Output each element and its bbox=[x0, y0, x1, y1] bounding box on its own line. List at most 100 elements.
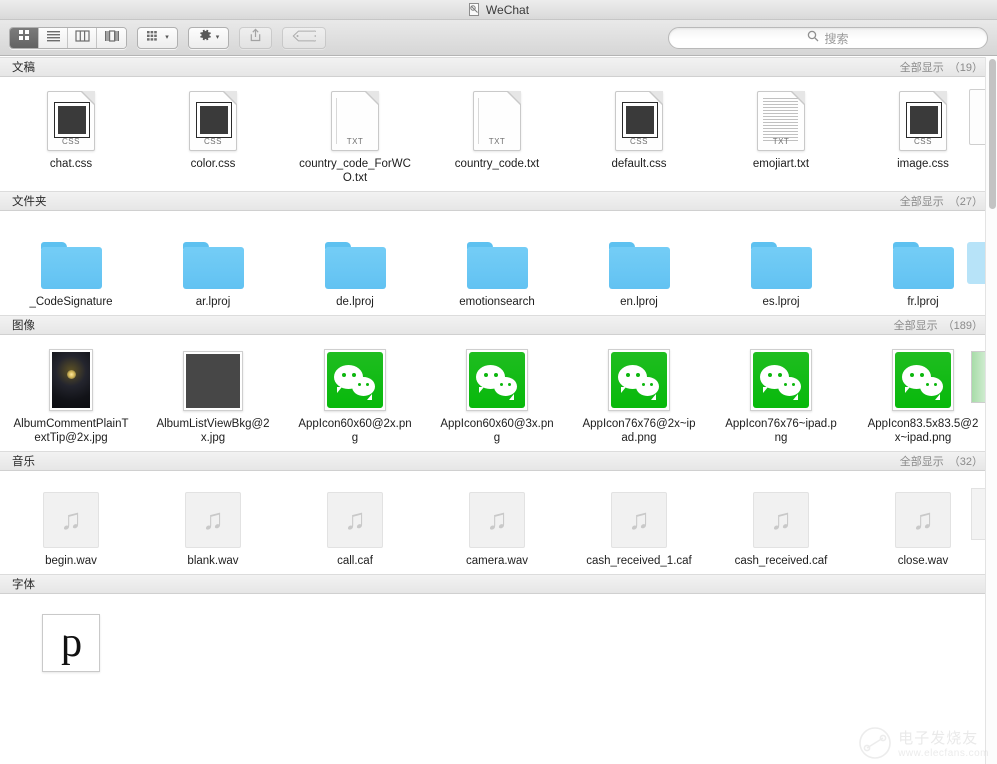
search-input[interactable]: 搜索 bbox=[668, 27, 988, 49]
file-name: call.caf bbox=[297, 554, 413, 568]
watermark-url: www.elecfans.com bbox=[898, 748, 989, 759]
scrollbar-thumb[interactable] bbox=[989, 59, 996, 209]
folder-item[interactable]: de.lproj bbox=[284, 225, 426, 309]
group-header-right[interactable]: 全部显示 （32） bbox=[900, 453, 983, 469]
file-name: cash_received_1.caf bbox=[581, 554, 697, 568]
folder-icon bbox=[749, 225, 813, 289]
show-all-link[interactable]: 全部显示 bbox=[900, 193, 944, 209]
file-browser-content[interactable]: 文稿 全部显示 （19） CSS chat.css CSS color.css … bbox=[0, 57, 997, 764]
folder-icon bbox=[181, 225, 245, 289]
image-item[interactable]: AppIcon76x76@2x~ipad.png bbox=[568, 347, 710, 445]
column-view-button[interactable] bbox=[68, 28, 97, 48]
file-name: AppIcon76x76@2x~ipad.png bbox=[581, 417, 697, 445]
folder-item[interactable]: emotionsearch bbox=[426, 225, 568, 309]
image-item[interactable]: AlbumListViewBkg@2x.jpg bbox=[142, 347, 284, 445]
audio-file-icon: ♫ bbox=[749, 484, 813, 548]
wechat-app-icon bbox=[607, 347, 671, 411]
file-kind-label: TXT bbox=[758, 137, 804, 146]
font-item[interactable]: q bbox=[0, 608, 142, 678]
audio-item[interactable]: ♫ call.caf bbox=[284, 484, 426, 568]
file-name: AlbumListViewBkg@2x.jpg bbox=[155, 417, 271, 445]
file-name: chat.css bbox=[13, 157, 129, 171]
audio-item[interactable]: ♫ begin.wav bbox=[0, 484, 142, 568]
tag-icon bbox=[292, 29, 316, 47]
show-all-link[interactable]: 全部显示 bbox=[900, 59, 944, 75]
group-header-right[interactable]: 全部显示 （189） bbox=[894, 317, 983, 333]
file-item[interactable]: TXT emojiart.txt bbox=[710, 87, 852, 185]
audio-item[interactable]: ♫ cash_received_1.caf bbox=[568, 484, 710, 568]
file-kind-label: TXT bbox=[474, 137, 520, 146]
show-all-link[interactable]: 全部显示 bbox=[900, 453, 944, 469]
watermark-logo-icon bbox=[858, 726, 892, 760]
file-item[interactable]: CSS image.css bbox=[852, 87, 994, 185]
group-header-right[interactable]: 全部显示 （19） bbox=[900, 59, 983, 75]
show-all-link[interactable]: 全部显示 bbox=[894, 317, 938, 333]
icon-view-button[interactable] bbox=[10, 28, 39, 48]
folder-item[interactable]: en.lproj bbox=[568, 225, 710, 309]
file-item[interactable]: CSS color.css bbox=[142, 87, 284, 185]
file-name: AppIcon76x76~ipad.png bbox=[723, 417, 839, 445]
tag-button[interactable] bbox=[282, 27, 326, 49]
file-name: default.css bbox=[581, 157, 697, 171]
image-item[interactable]: AppIcon76x76~ipad.png bbox=[710, 347, 852, 445]
file-item[interactable]: CSS default.css bbox=[568, 87, 710, 185]
folder-item[interactable]: ar.lproj bbox=[142, 225, 284, 309]
file-name: camera.wav bbox=[439, 554, 555, 568]
gallery-view-button[interactable] bbox=[97, 28, 126, 48]
file-row-fonts: q bbox=[0, 594, 997, 684]
file-item[interactable]: TXT country_code.txt bbox=[426, 87, 568, 185]
audio-item[interactable]: ♫ camera.wav bbox=[426, 484, 568, 568]
image-item[interactable]: AppIcon83.5x83.5@2x~ipad.png bbox=[852, 347, 994, 445]
music-note-icon: ♫ bbox=[344, 506, 366, 535]
audio-item[interactable]: ♫ blank.wav bbox=[142, 484, 284, 568]
app-document-icon bbox=[468, 3, 481, 16]
file-name: AppIcon60x60@3x.png bbox=[439, 417, 555, 445]
file-name: AppIcon60x60@2x.png bbox=[297, 417, 413, 445]
file-name: country_code.txt bbox=[439, 157, 555, 171]
file-item[interactable]: TXT country_code_ForWCO.txt bbox=[284, 87, 426, 185]
txt-text-file-icon: TXT bbox=[749, 87, 813, 151]
css-file-icon: CSS bbox=[891, 87, 955, 151]
list-icon bbox=[46, 29, 61, 47]
arrange-grid-icon bbox=[146, 29, 161, 47]
action-button[interactable]: ▾ bbox=[188, 27, 229, 49]
music-note-icon: ♫ bbox=[60, 506, 82, 535]
wechat-app-icon bbox=[891, 347, 955, 411]
css-file-icon: CSS bbox=[181, 87, 245, 151]
folder-icon bbox=[465, 225, 529, 289]
window-titlebar: WeChat bbox=[0, 0, 997, 20]
file-name: cash_received.caf bbox=[723, 554, 839, 568]
group-header-right[interactable]: 全部显示 （27） bbox=[900, 193, 983, 209]
share-icon bbox=[249, 28, 262, 47]
group-header-fonts: 字体 bbox=[0, 574, 997, 594]
file-name: image.css bbox=[865, 157, 981, 171]
folder-item[interactable]: es.lproj bbox=[710, 225, 852, 309]
image-item[interactable]: AlbumCommentPlainTextTip@2x.jpg bbox=[0, 347, 142, 445]
folder-icon bbox=[39, 225, 103, 289]
gallery-icon bbox=[104, 29, 120, 47]
group-title: 音乐 bbox=[12, 453, 35, 469]
wechat-app-icon bbox=[749, 347, 813, 411]
image-item[interactable]: AppIcon60x60@2x.png bbox=[284, 347, 426, 445]
list-view-button[interactable] bbox=[39, 28, 68, 48]
finder-toolbar: ▾ ▾ bbox=[0, 20, 997, 56]
folder-item[interactable]: _CodeSignature bbox=[0, 225, 142, 309]
folder-icon bbox=[891, 225, 955, 289]
group-title: 图像 bbox=[12, 317, 35, 333]
watermark: 电子发烧友 www.elecfans.com bbox=[858, 726, 989, 760]
wechat-app-icon bbox=[465, 347, 529, 411]
folder-item[interactable]: fr.lproj bbox=[852, 225, 994, 309]
view-mode-segmented-control[interactable] bbox=[9, 27, 127, 49]
arrange-button[interactable]: ▾ bbox=[137, 27, 178, 49]
audio-file-icon: ♫ bbox=[323, 484, 387, 548]
audio-item[interactable]: ♫ close.wav bbox=[852, 484, 994, 568]
image-item[interactable]: AppIcon60x60@3x.png bbox=[426, 347, 568, 445]
audio-item[interactable]: ♫ cash_received.caf bbox=[710, 484, 852, 568]
folder-name: _CodeSignature bbox=[13, 295, 129, 309]
audio-file-icon: ♫ bbox=[181, 484, 245, 548]
vertical-scrollbar[interactable] bbox=[985, 57, 997, 764]
wechat-app-icon bbox=[323, 347, 387, 411]
share-button[interactable] bbox=[239, 27, 272, 49]
group-header-music: 音乐 全部显示 （32） bbox=[0, 451, 997, 471]
file-item[interactable]: CSS chat.css bbox=[0, 87, 142, 185]
